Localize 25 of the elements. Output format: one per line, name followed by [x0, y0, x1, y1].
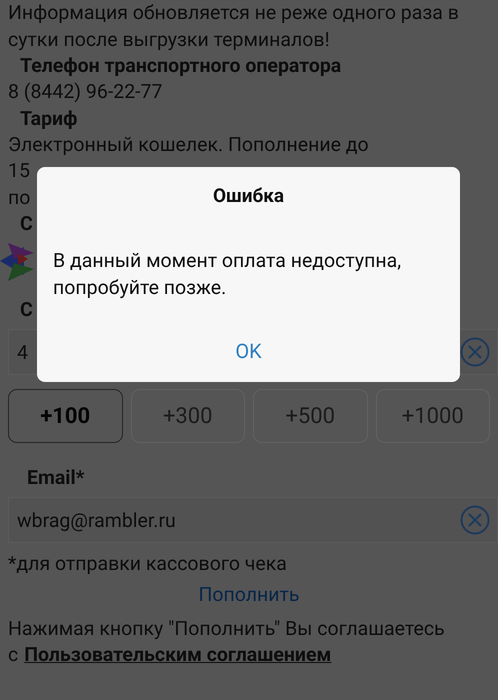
amount-button[interactable]: +500 — [253, 389, 368, 443]
phone-label: Телефон транспортного оператора — [19, 53, 342, 79]
phone-number: 8 (8442) 96-22-77 — [8, 79, 162, 105]
section-label: С — [19, 211, 33, 237]
tariff-label: Тариф — [19, 106, 78, 132]
amount-label: С — [19, 297, 33, 323]
tariff-text: 15 — [8, 158, 30, 184]
email-label: Email* — [26, 465, 84, 491]
agreement-prefix: с — [8, 642, 18, 668]
submit-link[interactable]: Пополнить — [198, 582, 300, 608]
email-field[interactable]: wbrag@rambler.ru — [8, 497, 498, 543]
agreement-link[interactable]: Пользовательским соглашением — [24, 642, 332, 668]
amount-button[interactable]: +300 — [130, 389, 245, 443]
clear-icon[interactable] — [460, 337, 490, 367]
agreement-text: Нажимая кнопку "Пополнить" Вы соглашаетесь — [8, 616, 445, 642]
dialog-message: В данный момент оплата недоступна, попробуйте позже. — [53, 248, 402, 301]
amount-button[interactable]: +100 — [8, 389, 122, 443]
tariff-text: по — [8, 184, 30, 210]
tariff-text: Электронный кошелек. Пополнение до — [8, 132, 369, 158]
amount-button[interactable]: +1000 — [376, 389, 490, 443]
dialog-title: Ошибка — [212, 183, 284, 209]
clear-icon[interactable] — [460, 505, 490, 535]
ok-button[interactable]: OK — [225, 335, 272, 367]
info-text: Информация обновляется не реже одного раза в сутки после выгрузки терминалов! — [8, 0, 460, 52]
email-note: *для отправки кассового чека — [8, 551, 287, 577]
